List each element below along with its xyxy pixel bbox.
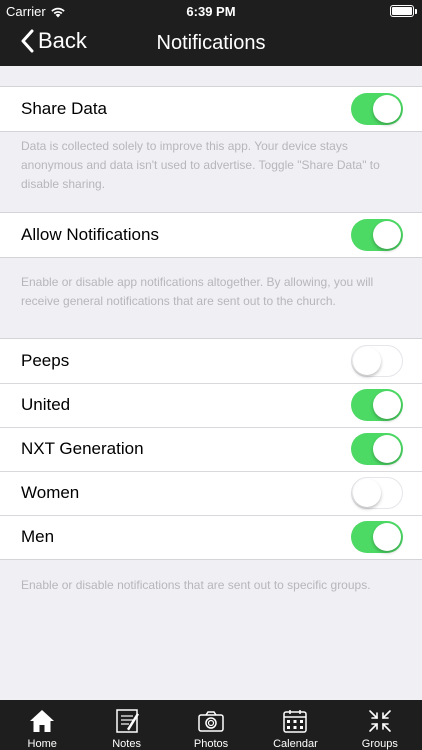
page-title: Notifications (156, 32, 266, 54)
tab-calendar[interactable]: Calendar (253, 700, 337, 750)
women-toggle[interactable] (351, 477, 403, 509)
groups-list: Peeps United NXT Generation Women Men (0, 338, 422, 560)
tab-photos[interactable]: Photos (169, 700, 253, 750)
allow-notifications-note: Enable or disable app notifications alto… (21, 275, 374, 308)
men-toggle[interactable] (351, 521, 403, 553)
group-row-united: United (0, 383, 422, 427)
allow-notifications-group: Allow Notifications (0, 212, 422, 258)
home-icon (30, 710, 55, 732)
group-label: Men (21, 527, 55, 546)
share-data-note: Data is collected solely to improve this… (21, 139, 380, 191)
allow-notifications-toggle[interactable] (351, 219, 403, 251)
group-label: United (21, 395, 71, 414)
share-data-toggle[interactable] (351, 93, 403, 125)
tab-label: Notes (112, 738, 141, 750)
tab-label: Photos (193, 738, 229, 750)
group-row-peeps: Peeps (0, 339, 422, 383)
navigation-bar: Back Notifications (0, 22, 422, 66)
tab-notes[interactable]: Notes (84, 700, 168, 750)
notes-icon (115, 709, 139, 733)
allow-notifications-row: Allow Notifications (0, 213, 422, 257)
status-bar: Carrier 6:39 PM (0, 0, 422, 22)
group-label: Women (21, 483, 80, 502)
peeps-toggle[interactable] (351, 345, 403, 377)
share-data-label: Share Data (21, 99, 107, 118)
tab-label: Groups (361, 738, 398, 750)
group-row-women: Women (0, 471, 422, 515)
battery-icon (390, 5, 417, 17)
nxt-generation-toggle[interactable] (351, 433, 403, 465)
tab-home[interactable]: Home (0, 700, 84, 750)
group-label: NXT Generation (21, 439, 144, 458)
group-label: Peeps (21, 351, 70, 370)
allow-notifications-label: Allow Notifications (21, 225, 159, 244)
calendar-icon (283, 710, 308, 733)
tab-label: Calendar (273, 738, 318, 750)
share-data-group: Share Data (0, 86, 422, 132)
tab-bar: Home Notes Photos Calendar Groups (0, 700, 422, 750)
status-time: 6:39 PM (186, 4, 236, 19)
groups-note: Enable or disable notifications that are… (21, 578, 371, 592)
group-row-nxt-generation: NXT Generation (0, 427, 422, 471)
share-data-row: Share Data (0, 87, 422, 131)
united-toggle[interactable] (351, 389, 403, 421)
tab-groups[interactable]: Groups (338, 700, 422, 750)
tab-label: Home (27, 738, 57, 750)
group-row-men: Men (0, 515, 422, 559)
groups-icon (369, 710, 391, 732)
camera-icon (198, 711, 224, 732)
